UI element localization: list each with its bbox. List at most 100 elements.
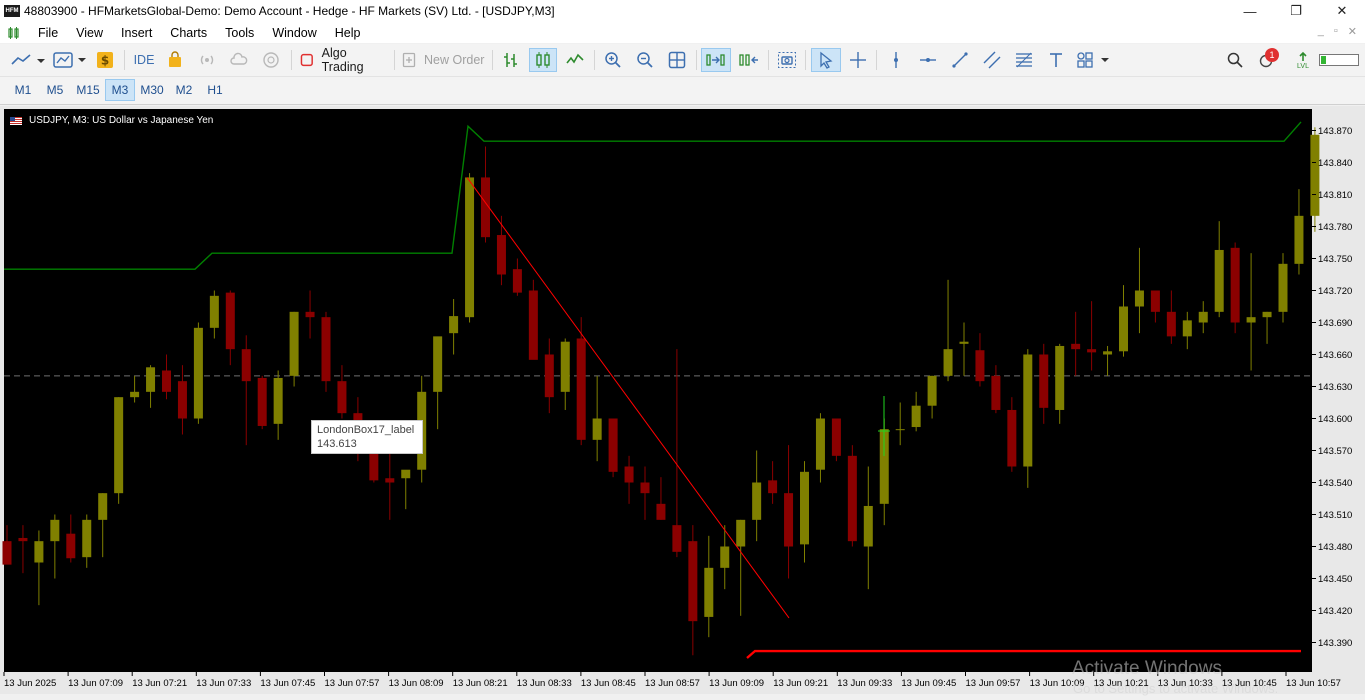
symbol-caption: USDJPY, M3: US Dollar vs Japanese Yen <box>10 115 213 126</box>
candle-body <box>608 418 618 472</box>
candle-body <box>863 505 873 547</box>
ide-button[interactable]: IDE <box>130 48 158 72</box>
channel-tool-button[interactable] <box>980 48 1004 72</box>
candle-body <box>1055 345 1065 410</box>
chart-template-icon <box>53 52 86 68</box>
toolbar-separator <box>768 50 769 70</box>
new-order-button[interactable]: New Order <box>400 48 486 72</box>
camera-icon <box>778 52 796 68</box>
menu-file[interactable]: File <box>29 26 67 40</box>
price-chart[interactable]: 143.870 143.840 143.810 143.780 143.750 143.7… <box>0 106 1365 694</box>
candlestick-chart-button[interactable] <box>529 48 557 72</box>
candle-body <box>815 418 825 470</box>
menu-help[interactable]: Help <box>326 26 370 40</box>
candle-body <box>560 341 570 392</box>
toolbar-separator <box>291 50 292 70</box>
candle-body <box>895 429 905 431</box>
horizontal-line-tool-button[interactable] <box>916 48 940 72</box>
vertical-line-tool-button[interactable] <box>884 48 908 72</box>
zoom-out-button[interactable] <box>633 48 657 72</box>
market-button[interactable] <box>164 48 186 72</box>
candle-body <box>752 482 762 520</box>
connection-icon <box>1299 51 1307 61</box>
watermark-subtitle: Go to Settings to activate Windows. <box>1073 681 1279 696</box>
notifications-button[interactable]: 1 <box>1253 48 1281 72</box>
restore-button[interactable]: ❐ <box>1273 0 1319 22</box>
horizontal-line-icon <box>920 58 936 62</box>
screenshot-button[interactable] <box>774 48 800 72</box>
close-button[interactable]: ✕ <box>1319 0 1365 22</box>
candle-body <box>528 290 538 360</box>
trendline-tool-button[interactable] <box>948 48 972 72</box>
chart-shift-button[interactable] <box>735 48 763 72</box>
candle-body <box>1071 343 1081 350</box>
menu-tools[interactable]: Tools <box>216 26 263 40</box>
crosshair-tool-button[interactable] <box>846 48 870 72</box>
candle-body <box>193 327 203 419</box>
candle-body <box>433 336 443 392</box>
search-button[interactable] <box>1224 48 1246 72</box>
chart-templates-button[interactable] <box>52 48 90 72</box>
chart-window-icon[interactable] <box>7 26 21 40</box>
us-flag-icon <box>10 116 22 125</box>
timeframe-m5[interactable]: M5 <box>40 79 70 101</box>
candle-body <box>496 235 506 275</box>
timeframe-bar: M1 M5 M15 M3 M30 M2 H1 <box>0 77 1365 105</box>
timeframe-m2[interactable]: M2 <box>169 79 199 101</box>
cursor-tool-button[interactable] <box>811 48 841 72</box>
auto-scroll-button[interactable] <box>701 48 731 72</box>
candle-body <box>2 541 12 565</box>
chart-window[interactable]: 143.870 143.840 143.810 143.780 143.750 143.7… <box>0 106 1365 696</box>
menu-bar: File View Insert Charts Tools Window Hel… <box>0 22 1365 43</box>
community-button[interactable] <box>260 48 282 72</box>
zoom-in-button[interactable] <box>601 48 625 72</box>
candle-body <box>656 503 666 520</box>
menu-view[interactable]: View <box>67 26 112 40</box>
text-tool-button[interactable] <box>1044 48 1068 72</box>
zoom-in-icon <box>605 52 621 68</box>
candle-body <box>592 418 602 440</box>
mdi-controls: _ ▫ ✕ <box>1318 25 1357 38</box>
mdi-minimize-icon[interactable]: _ <box>1318 25 1324 38</box>
y-axis-label: 143.450 <box>1318 574 1352 585</box>
cursor-arrow-icon <box>820 51 833 69</box>
toolbar-separator <box>805 50 806 70</box>
timeframe-m30[interactable]: M30 <box>136 79 168 101</box>
signals-button[interactable] <box>196 48 218 72</box>
timeframe-m3[interactable]: M3 <box>105 79 135 101</box>
shapes-dropdown-button[interactable] <box>1074 48 1112 72</box>
timeframe-m15[interactable]: M15 <box>72 79 104 101</box>
mdi-restore-icon[interactable]: ▫ <box>1334 25 1338 38</box>
mdi-close-icon[interactable]: ✕ <box>1348 25 1357 38</box>
bar-chart-button[interactable] <box>498 48 524 72</box>
minimize-button[interactable]: — <box>1227 0 1273 22</box>
tile-windows-button[interactable] <box>665 48 689 72</box>
watermark-title: Activate Windows <box>1072 658 1222 679</box>
vps-button[interactable] <box>228 48 250 72</box>
y-axis-label: 143.540 <box>1318 478 1352 489</box>
candle-body <box>1182 320 1192 337</box>
fibonacci-tool-button[interactable] <box>1012 48 1036 72</box>
menu-charts[interactable]: Charts <box>161 26 216 40</box>
menu-insert[interactable]: Insert <box>112 26 161 40</box>
london-box-label[interactable]: LondonBox17_label 143.613 <box>311 420 423 454</box>
x-axis-label: 13 Jun 10:57 <box>1286 678 1341 689</box>
new-order-label: New Order <box>424 53 485 67</box>
candle-body <box>1150 290 1160 312</box>
candle-body <box>1246 317 1256 323</box>
y-axis-label: 143.870 <box>1318 126 1352 137</box>
line-chart-button[interactable] <box>562 48 588 72</box>
connection-bar <box>1317 48 1361 72</box>
algo-trading-button[interactable]: Algo Trading <box>298 46 390 74</box>
signal-strength-indicator[interactable]: LVL <box>1293 48 1313 72</box>
deposit-button[interactable]: $ <box>94 48 116 72</box>
menu-window[interactable]: Window <box>263 26 325 40</box>
indicators-dropdown-button[interactable] <box>8 48 48 72</box>
timeframe-h1[interactable]: H1 <box>200 79 230 101</box>
candle-body <box>1294 215 1304 264</box>
y-axis-label: 143.810 <box>1318 190 1352 201</box>
timeframe-m1[interactable]: M1 <box>8 79 38 101</box>
candle-body <box>1198 311 1208 323</box>
candle-body <box>337 381 347 414</box>
candle-body <box>1214 249 1224 312</box>
